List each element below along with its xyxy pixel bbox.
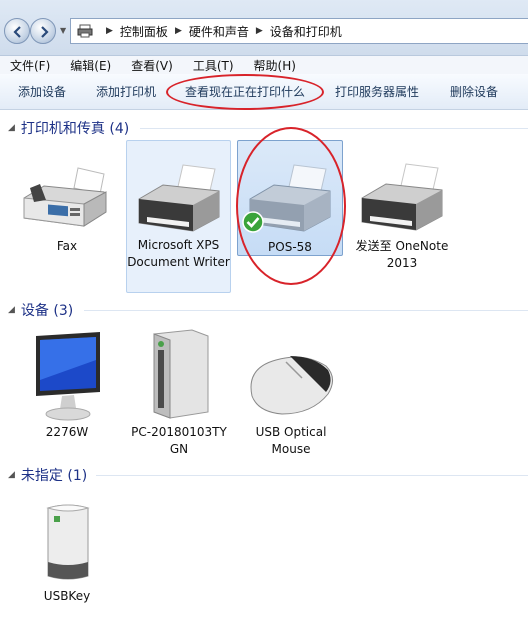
device-fax[interactable]: Fax	[14, 140, 120, 256]
monitor-icon	[36, 332, 100, 421]
print-server-properties-button[interactable]: 打印服务器属性	[335, 83, 419, 100]
remove-device-button[interactable]: 删除设备	[450, 83, 498, 100]
device-label: USBKey	[43, 589, 91, 603]
menu-file[interactable]: 文件(F)	[0, 57, 60, 74]
group-divider	[96, 475, 528, 476]
command-bar: 添加设备 添加打印机 查看现在正在打印什么 打印服务器属性 删除设备	[0, 74, 528, 110]
forward-button[interactable]	[30, 18, 56, 44]
device-pos-58[interactable]: POS-58	[237, 140, 343, 256]
default-check-icon	[242, 211, 264, 233]
printer-icon	[361, 163, 443, 231]
device-monitor-2276w[interactable]: 2276W	[14, 326, 120, 446]
device-view: ◢ 打印机和传真 (4) Fax Microsoft XPS Document …	[0, 110, 528, 629]
address-box[interactable]: ▶ 控制面板 ▶ 硬件和声音 ▶ 设备和打印机	[70, 18, 528, 44]
breadcrumb-hardware-sound[interactable]: 硬件和声音	[189, 23, 249, 40]
printer-icon	[138, 164, 220, 232]
device-usbkey[interactable]: USBKey	[14, 492, 120, 608]
device-pc[interactable]: PC-20180103TY GN	[124, 326, 234, 456]
group-header-devices[interactable]: ◢ 设备 (3)	[8, 300, 73, 320]
breadcrumb-separator-icon[interactable]: ▶	[175, 26, 182, 36]
device-label: USB Optical Mouse	[255, 425, 327, 456]
breadcrumb-separator-icon[interactable]: ▶	[106, 26, 113, 36]
group-title: 打印机和传真 (4)	[20, 121, 130, 137]
collapse-triangle-icon[interactable]: ◢	[8, 470, 15, 480]
collapse-triangle-icon[interactable]: ◢	[8, 123, 15, 133]
group-header-unspecified[interactable]: ◢ 未指定 (1)	[8, 465, 87, 485]
recent-pages-dropdown-icon[interactable]: ▼	[60, 26, 66, 35]
menu-bar: 文件(F) 编辑(E) 查看(V) 工具(T) 帮助(H)	[0, 56, 528, 74]
device-usb-mouse[interactable]: USB Optical Mouse	[238, 326, 344, 456]
menu-help[interactable]: 帮助(H)	[244, 57, 306, 74]
back-button[interactable]	[4, 18, 30, 44]
device-label: POS-58	[268, 240, 312, 254]
group-divider	[140, 128, 528, 129]
device-label: Microsoft XPS Document Writer	[127, 238, 230, 269]
printer-folder-icon	[77, 24, 93, 38]
add-printer-button[interactable]: 添加打印机	[96, 83, 156, 100]
menu-tools[interactable]: 工具(T)	[183, 57, 244, 74]
group-title: 未指定 (1)	[20, 468, 88, 484]
breadcrumb-devices-printers[interactable]: 设备和打印机	[270, 23, 342, 40]
arrow-left-icon	[13, 26, 21, 38]
address-bar-area: ▼ ▶ 控制面板 ▶ 硬件和声音 ▶ 设备和打印机	[0, 0, 528, 56]
arrow-right-icon	[41, 26, 49, 38]
group-divider	[84, 310, 528, 311]
group-header-printers[interactable]: ◢ 打印机和传真 (4)	[8, 118, 129, 138]
device-label: 发送至 OneNote 2013	[355, 239, 449, 270]
menu-edit[interactable]: 编辑(E)	[60, 57, 121, 74]
device-label: PC-20180103TY GN	[131, 425, 227, 456]
device-label: 2276W	[45, 425, 89, 439]
breadcrumb-control-panel[interactable]: 控制面板	[120, 23, 168, 40]
breadcrumb-separator-icon[interactable]: ▶	[256, 26, 263, 36]
device-onenote[interactable]: 发送至 OneNote 2013	[350, 140, 456, 270]
menu-view[interactable]: 查看(V)	[121, 57, 183, 74]
usb-key-icon	[46, 504, 90, 580]
add-device-button[interactable]: 添加设备	[18, 83, 66, 100]
collapse-triangle-icon[interactable]: ◢	[8, 305, 15, 315]
mouse-icon	[250, 356, 333, 415]
group-title: 设备 (3)	[20, 303, 74, 319]
fax-icon	[23, 167, 107, 227]
computer-tower-icon	[153, 329, 209, 419]
device-label: Fax	[56, 239, 78, 253]
device-xps-writer[interactable]: Microsoft XPS Document Writer	[126, 140, 231, 293]
see-whats-printing-button[interactable]: 查看现在正在打印什么	[185, 83, 305, 100]
